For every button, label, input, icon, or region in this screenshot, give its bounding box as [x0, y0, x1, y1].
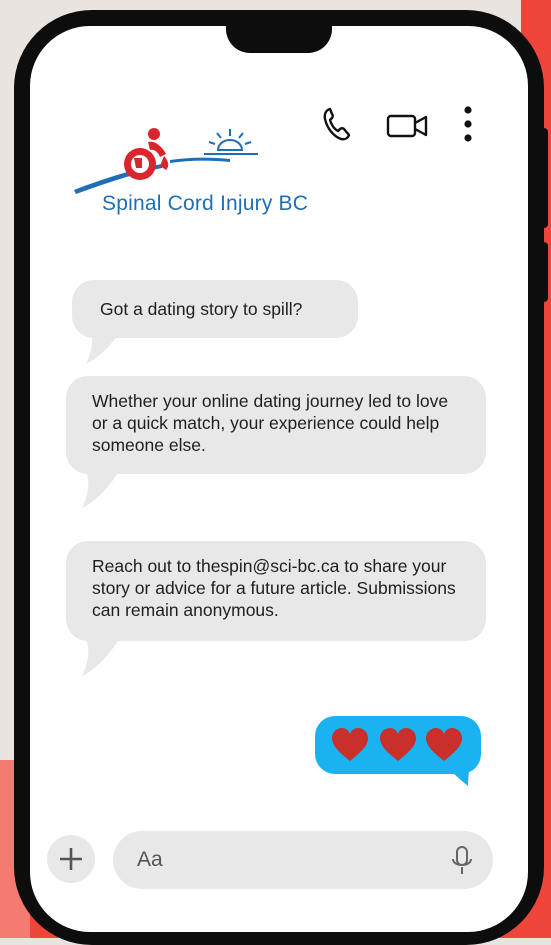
side-button	[538, 242, 548, 302]
heart-icon	[426, 728, 462, 761]
message-text: Got a dating story to spill?	[100, 299, 303, 319]
phone-screen: Spinal Cord Injury BC Got a dating story…	[30, 26, 528, 932]
reply-bubble	[315, 716, 481, 774]
add-attachment-button[interactable]	[47, 835, 95, 883]
notch	[226, 26, 332, 53]
message-text: Reach out to thespin@sci-bc.ca to share …	[92, 556, 456, 620]
logo-text: Spinal Cord Injury BC	[102, 192, 309, 215]
message-input-placeholder: Aa	[137, 848, 163, 871]
plus-icon	[60, 848, 82, 870]
message-bubble: Reach out to thespin@sci-bc.ca to share …	[66, 541, 486, 641]
message-bubble: Whether your online dating journey led t…	[66, 376, 486, 474]
more-vertical-icon[interactable]	[462, 105, 474, 150]
microphone-icon[interactable]	[451, 845, 473, 877]
heart-icon	[380, 728, 416, 761]
video-icon[interactable]	[386, 113, 430, 144]
phone-frame: Spinal Cord Injury BC Got a dating story…	[14, 10, 548, 945]
side-button	[538, 128, 548, 228]
heart-icon	[332, 728, 368, 761]
message-input[interactable]: Aa	[113, 831, 493, 889]
message-bubble: Got a dating story to spill?	[72, 280, 358, 338]
message-text: Whether your online dating journey led t…	[92, 391, 449, 455]
